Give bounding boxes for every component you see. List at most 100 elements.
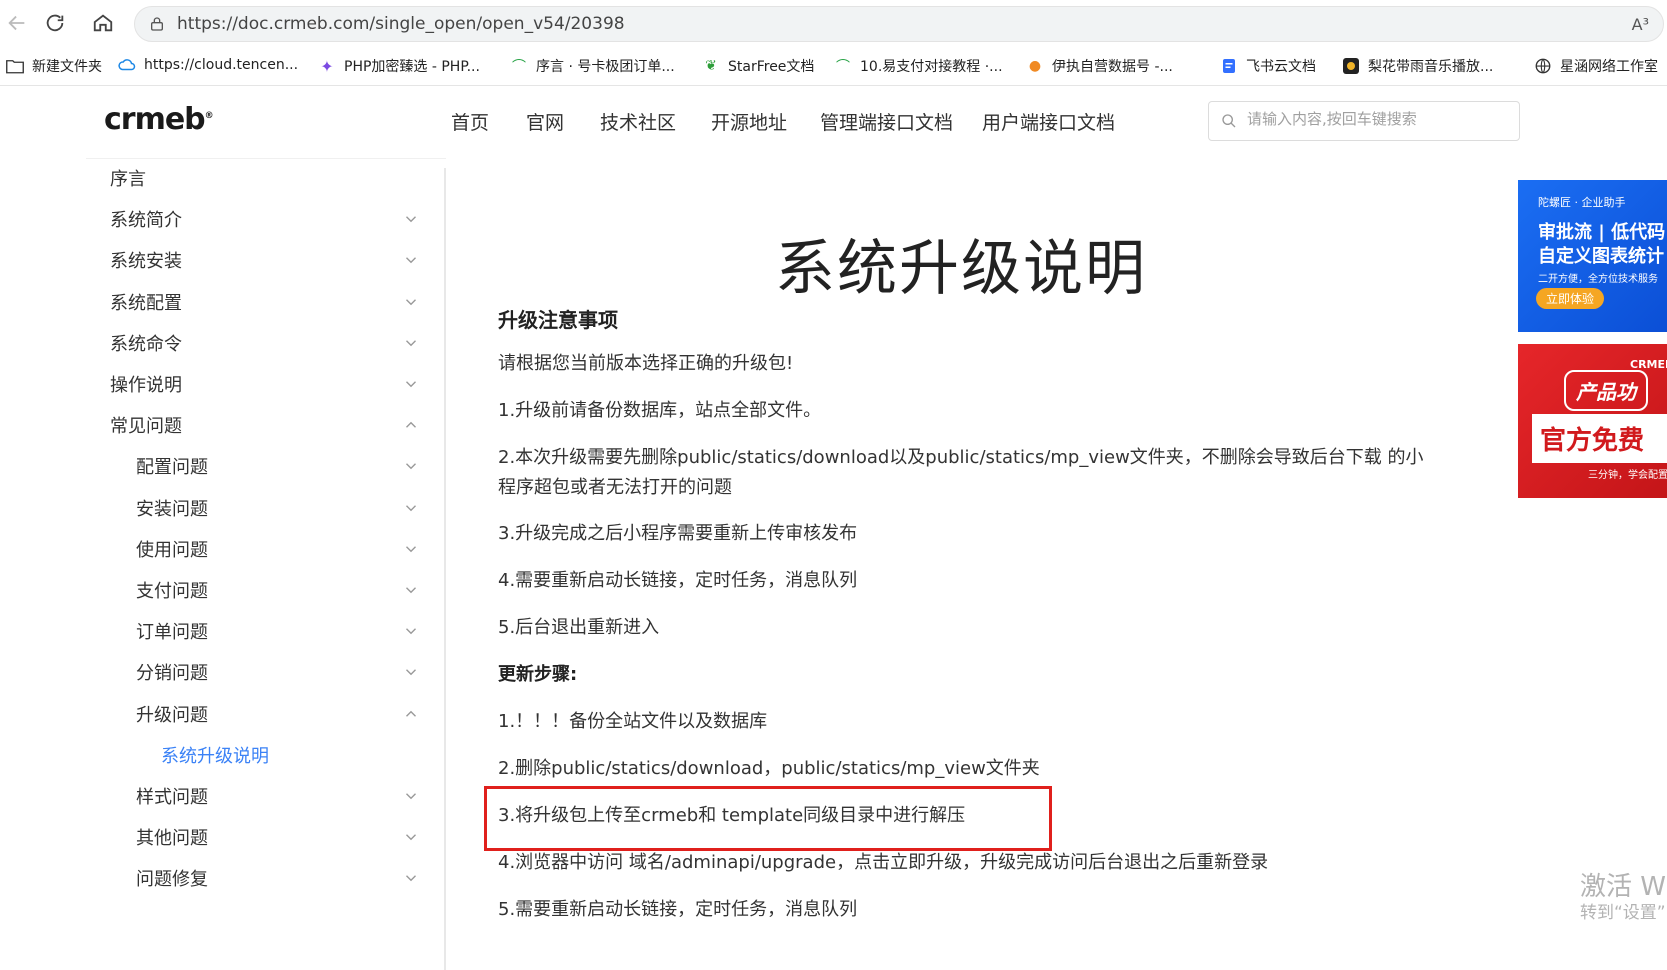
bookmark-item[interactable]: 飞书云文档 xyxy=(1220,56,1316,76)
chevron-down-icon[interactable] xyxy=(402,334,420,352)
bookmark-label: 新建文件夹 xyxy=(32,59,102,75)
sidebar-item-label: 系统配置 xyxy=(110,292,182,314)
sidebar-item[interactable]: 系统命令 xyxy=(110,328,420,358)
back-button[interactable] xyxy=(2,8,32,38)
sidebar-item[interactable]: 分销问题 xyxy=(136,657,420,687)
article-content: 系统升级说明 升级注意事项 请根据您当前版本选择正确的升级包! 1.升级前请备份… xyxy=(446,158,1506,970)
bookmark-item[interactable]: ● 伊执自营数据号 -... xyxy=(1026,56,1173,76)
sidebar-item-label: 支付问题 xyxy=(136,581,208,602)
sidebar-item[interactable]: 支付问题 xyxy=(136,575,420,605)
chevron-down-icon[interactable] xyxy=(402,499,420,517)
flame-icon: ● xyxy=(1028,58,1042,74)
logo-mark: ® xyxy=(204,111,214,121)
ad-banner-lowcode[interactable]: 陀螺匠 · 企业助手 审批流 | 低代码 自定义图表统计 二开方便，全方位技术服… xyxy=(1518,180,1667,332)
sidebar-item-label: 配置问题 xyxy=(136,457,208,479)
chevron-down-icon[interactable] xyxy=(402,375,420,393)
nav-official[interactable]: 官网 xyxy=(526,108,564,135)
sidebar-item[interactable]: 使用问题 xyxy=(136,534,420,564)
home-icon xyxy=(93,14,113,32)
bookmark-label: https://cloud.tencen... xyxy=(144,57,299,73)
reload-button[interactable] xyxy=(40,8,70,38)
logo-text: crmeb xyxy=(104,102,206,137)
sidebar-item-label: 样式问题 xyxy=(136,787,208,808)
notice-line: 1.升级前请备份数据库，站点全部文件。 xyxy=(498,400,822,421)
bookmark-label: 星涵网络工作室 xyxy=(1560,59,1658,75)
reload-icon xyxy=(46,14,64,32)
url-bar[interactable]: https://doc.crmeb.com/single_open/open_v… xyxy=(134,6,1664,42)
search-input[interactable] xyxy=(1247,110,1507,128)
chevron-down-icon[interactable] xyxy=(402,540,420,558)
ad-line: 官方免费 xyxy=(1532,414,1667,463)
sidebar-item[interactable]: 样式问题 xyxy=(136,781,420,811)
chevron-up-icon[interactable] xyxy=(402,705,420,723)
bookmark-item[interactable]: 星涵网络工作室 xyxy=(1534,56,1658,76)
sidebar-item-label: 分销问题 xyxy=(136,663,208,685)
sidebar-item-label: 常见问题 xyxy=(110,416,182,438)
sidebar-item[interactable]: 安装问题 xyxy=(136,493,420,523)
ad-banner-crmeb[interactable]: CRMEB 产品功 官方免费 三分钟，学会配置 xyxy=(1518,344,1667,498)
nav-opensource[interactable]: 开源地址 xyxy=(711,108,787,135)
bookmark-label: 10.易支付对接教程 ·... xyxy=(860,59,1003,75)
sidebar-item[interactable]: 问题修复 xyxy=(136,863,420,893)
sidebar-item[interactable]: 操作说明 xyxy=(110,369,420,399)
sidebar-item[interactable]: 系统配置 xyxy=(110,287,420,317)
chevron-down-icon[interactable] xyxy=(402,869,420,887)
home-button[interactable] xyxy=(88,8,118,38)
sidebar-item[interactable]: 系统安装 xyxy=(110,245,420,275)
ad-line: 审批流 | 低代码 xyxy=(1538,222,1666,243)
bookmark-label: 飞书云文档 xyxy=(1246,59,1316,75)
sidebar-item[interactable]: 序言 xyxy=(110,163,420,193)
chevron-down-icon[interactable] xyxy=(402,581,420,599)
site-header: crmeb® 首页 官网 技术社区 开源地址 管理端接口文档 用户端接口文档 xyxy=(0,86,1667,156)
bookmark-item[interactable]: https://cloud.tencen... xyxy=(118,56,298,74)
sidebar-item[interactable]: 系统简介 xyxy=(110,204,420,234)
folder-icon xyxy=(6,57,24,75)
bookmark-label: StarFree文档 xyxy=(728,59,815,75)
bookmark-item[interactable]: 梨花带雨音乐播放... xyxy=(1342,56,1493,76)
bookmark-item[interactable]: ⌒ 10.易支付对接教程 ·... xyxy=(834,56,1003,76)
notice-line: 5.后台退出重新进入 xyxy=(498,617,660,638)
nav-home[interactable]: 首页 xyxy=(451,108,489,135)
chevron-down-icon[interactable] xyxy=(402,293,420,311)
chevron-down-icon[interactable] xyxy=(402,251,420,269)
star-icon: ✦ xyxy=(320,56,334,76)
search-box[interactable] xyxy=(1208,101,1520,141)
sidebar-item[interactable]: 其他问题 xyxy=(136,822,420,852)
chevron-down-icon[interactable] xyxy=(402,828,420,846)
bookmark-item[interactable]: ❦ StarFree文档 xyxy=(702,56,814,76)
chevron-down-icon[interactable] xyxy=(402,210,420,228)
sidebar-item[interactable]: 配置问题 xyxy=(136,451,420,481)
site-logo[interactable]: crmeb® xyxy=(104,102,214,137)
chevron-down-icon[interactable] xyxy=(402,663,420,681)
page-title: 系统升级说明 xyxy=(775,234,1147,304)
watermark-line: 激活 W xyxy=(1580,872,1666,902)
chevron-up-icon[interactable] xyxy=(402,416,420,434)
bookmarks-bar: 新建文件夹 https://cloud.tencen... ✦ PHP加密臻选 … xyxy=(0,46,1667,86)
sidebar-item[interactable]: 系统升级说明 xyxy=(161,740,471,770)
sidebar-item[interactable]: 订单问题 xyxy=(136,616,420,646)
nav-community[interactable]: 技术社区 xyxy=(600,108,676,135)
sidebar-item[interactable]: 常见问题 xyxy=(110,410,420,440)
nav-admin-api[interactable]: 管理端接口文档 xyxy=(820,108,953,135)
ad-cta-button[interactable]: 立即体验 xyxy=(1536,288,1605,309)
link-icon: ⌒ xyxy=(836,59,850,75)
sidebar-item-label: 其他问题 xyxy=(136,828,208,850)
bookmark-item[interactable]: ⌒ 序言 · 号卡极团订单... xyxy=(510,56,675,76)
chevron-down-icon[interactable] xyxy=(402,457,420,475)
sidebar-item-label: 系统安装 xyxy=(110,251,182,273)
chevron-down-icon[interactable] xyxy=(402,787,420,805)
step-line: 2.删除public/statics/download，public/stati… xyxy=(498,758,1040,779)
bookmark-item[interactable]: ✦ PHP加密臻选 - PHP... xyxy=(318,56,480,76)
ad-line: 三分钟，学会配置 xyxy=(1588,470,1667,481)
bookmark-item[interactable]: 新建文件夹 xyxy=(6,56,102,76)
read-aloud-icon[interactable]: A³ xyxy=(1632,15,1649,34)
chevron-down-icon[interactable] xyxy=(402,622,420,640)
lock-icon xyxy=(151,17,163,31)
sidebar-item-label: 操作说明 xyxy=(110,375,182,396)
nav-user-api[interactable]: 用户端接口文档 xyxy=(982,108,1115,135)
search-icon xyxy=(1222,114,1236,128)
ad-line: 二开方便，全方位技术服务 xyxy=(1538,274,1658,285)
sidebar-item-label: 升级问题 xyxy=(136,704,208,726)
highlight-annotation xyxy=(484,786,1052,851)
sidebar-item[interactable]: 升级问题 xyxy=(136,699,420,729)
